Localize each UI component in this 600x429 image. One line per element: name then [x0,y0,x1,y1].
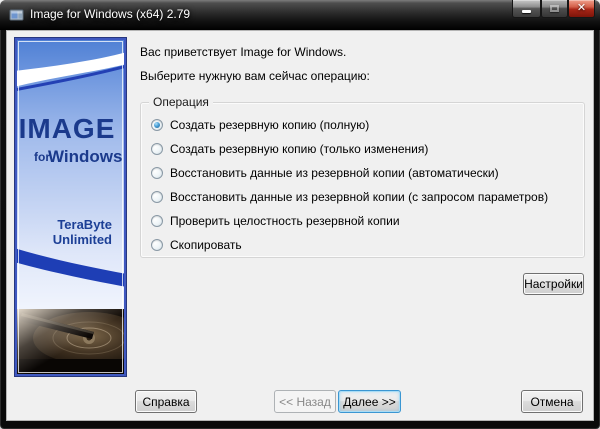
back-button[interactable]: << Назад [274,390,336,413]
radio-option-label: Создать резервную копию (полную) [170,118,370,132]
close-icon: ✕ [576,2,587,14]
radio-icon [151,119,163,131]
radio-icon [151,167,163,179]
brand-windows-text: Windows [48,147,122,166]
dialog-content: IMAGE for Windows TeraByte Unlimited Вас… [6,30,594,421]
company-terabyte-text: TeraByte [57,217,112,232]
prompt-text: Выберите нужную вам сейчас операцию: [140,69,370,83]
radio-option-copy[interactable]: Скопировать [151,233,242,257]
window-title: Image for Windows (x64) 2.79 [30,7,191,21]
cancel-button[interactable]: Отмена [521,390,583,413]
sidebar-banner: IMAGE for Windows TeraByte Unlimited [14,37,127,377]
radio-icon [151,239,163,251]
radio-option-create-full[interactable]: Создать резервную копию (полную) [151,113,369,137]
caption-buttons: ✕ [512,0,595,18]
operation-group-label: Операция [149,95,213,109]
minimize-button[interactable] [512,0,541,18]
minimize-icon [521,10,531,13]
radio-icon [151,143,163,155]
close-button[interactable]: ✕ [568,0,595,18]
hard-drive-photo [17,309,127,375]
app-icon [9,7,25,23]
image-for-windows-window: Image for Windows (x64) 2.79 ✕ IMAGE for… [0,0,600,429]
radio-icon [151,191,163,203]
next-button[interactable]: Далее >> [338,390,401,413]
radio-option-label: Создать резервную копию (только изменени… [170,142,429,156]
radio-option-restore-params[interactable]: Восстановить данные из резервной копии (… [151,185,548,209]
maximize-button [541,0,568,18]
radio-option-validate[interactable]: Проверить целостность резервной копии [151,209,400,233]
settings-button[interactable]: Настройки [523,273,584,295]
greeting-text: Вас приветствует Image for Windows. [140,45,347,59]
maximize-icon [549,5,559,12]
radio-option-label: Восстановить данные из резервной копии (… [170,166,499,180]
radio-option-label: Скопировать [170,238,242,252]
brand-image-text: IMAGE [19,113,116,144]
radio-option-label: Восстановить данные из резервной копии (… [170,190,549,204]
operation-group: Операция Создать резервную копию (полную… [140,95,585,258]
radio-icon [151,215,163,227]
radio-option-create-incremental[interactable]: Создать резервную копию (только изменени… [151,137,428,161]
radio-option-label: Проверить целостность резервной копии [170,214,400,228]
radio-option-restore-auto[interactable]: Восстановить данные из резервной копии (… [151,161,499,185]
help-button[interactable]: Справка [135,390,197,413]
titlebar[interactable]: Image for Windows (x64) 2.79 ✕ [0,0,600,30]
company-unlimited-text: Unlimited [53,232,112,247]
